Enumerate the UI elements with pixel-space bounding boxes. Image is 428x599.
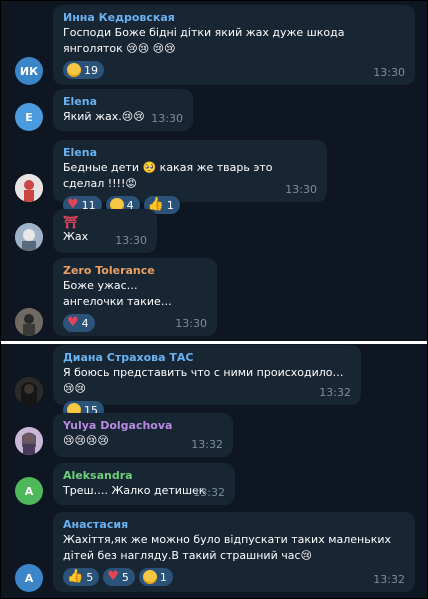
avatar[interactable]	[15, 174, 43, 202]
user-photo-icon	[15, 427, 43, 455]
heart-icon: ♥	[67, 315, 79, 330]
message-bubble[interactable]: Диана Страхова ТАС Я боюсь представить ч…	[53, 345, 361, 419]
sender-name[interactable]: Elena	[63, 146, 317, 160]
reaction-chip[interactable]: 1	[138, 568, 173, 586]
avatar[interactable]: ИК	[15, 57, 43, 85]
sender-name[interactable]: Yulya Dolgachova	[63, 419, 223, 433]
message-bubble[interactable]: Yulya Dolgachova 😢😢😢😢 13:32	[53, 413, 233, 457]
reactions: 19	[63, 61, 405, 79]
message-time: 13:32	[191, 438, 223, 451]
message-item[interactable]: Инна Кедровская Господи Боже бідні дітки…	[1, 5, 427, 85]
message-text: Жахіття,як же можно було відпускати таки…	[63, 533, 392, 562]
avatar-initials: A	[24, 484, 34, 498]
message-time: 13:32	[319, 386, 351, 399]
heart-icon: ♥	[107, 569, 119, 584]
sender-name[interactable]: Zero Tolerance	[63, 264, 207, 278]
message-item[interactable]: ⛩ Жах 13:30	[1, 209, 427, 253]
avatar[interactable]: A	[15, 477, 43, 505]
avatar-initials: ИК	[19, 64, 39, 78]
message-item[interactable]: Elena Який жах.😢😢 13:30 E	[1, 89, 427, 131]
message-item[interactable]: Диана Страхова ТАС Я боюсь представить ч…	[1, 345, 427, 419]
avatar[interactable]: A	[15, 564, 43, 592]
message-text: Я боюсь представить что с ними происходи…	[63, 366, 344, 395]
user-photo-icon	[15, 223, 43, 251]
cry-emoji-icon	[142, 570, 157, 584]
message-bubble[interactable]: ⛩ Жах 13:30	[53, 209, 157, 253]
message-text: Бедные дети 🥺 какая же тварь это сделал …	[63, 161, 273, 190]
reaction-count: 5	[121, 570, 129, 584]
sender-name[interactable]: ⛩	[63, 215, 147, 229]
reaction-chip[interactable]: ♥ 4	[63, 314, 95, 332]
message-item[interactable]: Yulya Dolgachova 😢😢😢😢 13:32	[1, 413, 427, 457]
message-time: 13:32	[193, 486, 225, 499]
user-photo-icon	[15, 308, 43, 336]
message-time: 13:30	[373, 66, 405, 79]
sender-name[interactable]: Инна Кедровская	[63, 11, 405, 25]
avatar-initials: E	[25, 110, 33, 124]
avatar[interactable]	[15, 308, 43, 336]
reaction-count: 1	[159, 570, 167, 584]
message-time: 13:30	[285, 183, 317, 196]
message-time: 13:30	[175, 317, 207, 330]
reaction-count: 5	[86, 570, 94, 584]
message-bubble[interactable]: Aleksandra Треш…. Жалко детишек 13:32	[53, 463, 235, 505]
avatar[interactable]	[15, 377, 43, 405]
section-divider	[1, 341, 427, 344]
reaction-count: 4	[81, 316, 89, 330]
reaction-chip[interactable]: 👍 5	[63, 568, 100, 586]
avatar[interactable]	[15, 427, 43, 455]
cry-emoji-icon	[67, 63, 81, 77]
reactions: 👍 5 ♥ 5 1	[63, 568, 405, 586]
message-text: Господи Боже бідні дітки який жах дуже ш…	[63, 26, 345, 55]
message-item[interactable]: Aleksandra Треш…. Жалко детишек 13:32 A	[1, 463, 427, 505]
message-item[interactable]: Zero Tolerance Боже ужас… ангелочки таки…	[1, 258, 427, 336]
avatar[interactable]: E	[15, 103, 43, 131]
message-item[interactable]: Анастасия Жахіття,як же можно було відпу…	[1, 512, 427, 592]
sender-name[interactable]: Aleksandra	[63, 469, 225, 483]
reaction-count: 19	[84, 63, 98, 77]
user-photo-icon	[15, 377, 43, 405]
message-text: Боже ужас… ангелочки такие…	[63, 279, 172, 308]
message-bubble[interactable]: Zero Tolerance Боже ужас… ангелочки таки…	[53, 258, 217, 336]
message-bubble[interactable]: Инна Кедровская Господи Боже бідні дітки…	[53, 5, 415, 85]
sender-name[interactable]: Анастасия	[63, 518, 405, 532]
sender-name[interactable]: Elena	[63, 95, 183, 109]
sender-name[interactable]: Диана Страхова ТАС	[63, 351, 351, 365]
thumbs-up-icon: 👍	[67, 569, 84, 584]
reaction-chip[interactable]: 19	[63, 61, 104, 79]
message-bubble[interactable]: Elena Який жах.😢😢 13:30	[53, 89, 193, 131]
reaction-chip[interactable]: ♥ 5	[103, 568, 135, 586]
avatar[interactable]	[15, 223, 43, 251]
user-photo-icon	[15, 174, 43, 202]
chat-window: Инна Кедровская Господи Боже бідні дітки…	[0, 0, 428, 599]
message-time: 13:32	[373, 573, 405, 586]
message-time: 13:30	[151, 112, 183, 125]
message-bubble[interactable]: Elena Бедные дети 🥺 какая же тварь это с…	[53, 140, 327, 214]
message-time: 13:30	[115, 234, 147, 247]
message-item[interactable]: Elena Бедные дети 🥺 какая же тварь это с…	[1, 140, 427, 214]
message-bubble[interactable]: Анастасия Жахіття,як же можно було відпу…	[53, 512, 415, 592]
avatar-initials: A	[24, 571, 34, 585]
